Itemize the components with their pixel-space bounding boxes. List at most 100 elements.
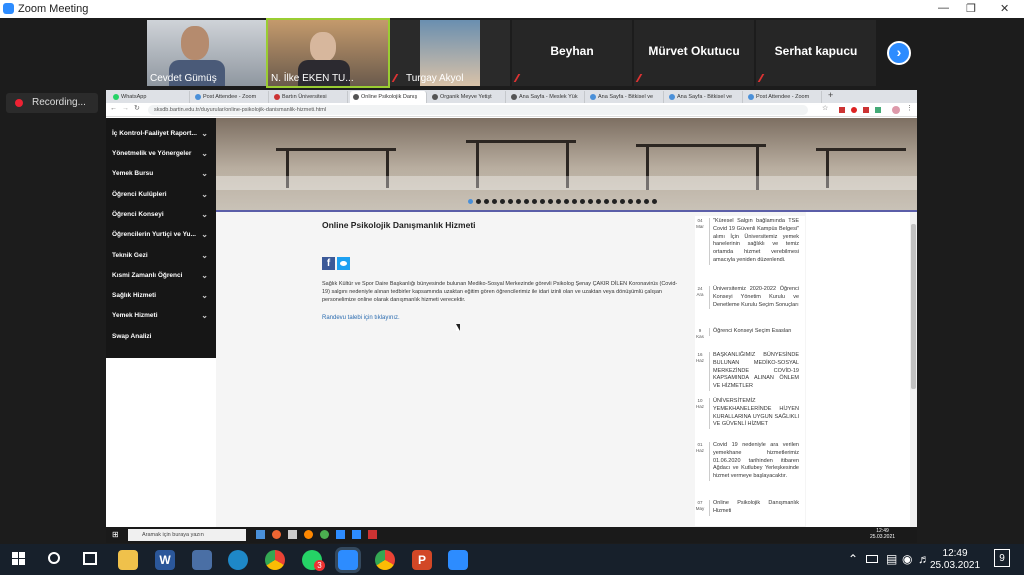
slider-dot[interactable]	[644, 199, 649, 204]
app-icon[interactable]	[256, 530, 265, 539]
zoom-icon[interactable]	[338, 550, 358, 570]
volume-icon[interactable]: ♬	[918, 552, 930, 566]
slider-dot[interactable]	[508, 199, 513, 204]
app-icon[interactable]	[320, 530, 329, 539]
browser-tab[interactable]: Ana Sayfa - Meslek Yük	[508, 91, 585, 103]
windows-start-icon[interactable]: ⊞	[112, 530, 119, 539]
slider-dot[interactable]	[564, 199, 569, 204]
slider-dot[interactable]	[652, 199, 657, 204]
battery-icon[interactable]	[866, 555, 878, 563]
slider-dot[interactable]	[636, 199, 641, 204]
extension-icon[interactable]	[851, 107, 857, 113]
next-page-arrow-icon[interactable]: ›	[887, 41, 911, 65]
slider-dot[interactable]	[484, 199, 489, 204]
slider-dot[interactable]	[620, 199, 625, 204]
sidebar-item[interactable]: Swap Analizi	[112, 333, 212, 353]
word-icon[interactable]: W	[155, 550, 175, 570]
maximize-icon[interactable]: ❐	[966, 2, 976, 15]
sidebar-item[interactable]: Öğrencilerin Yurtiçi ve Yu... ⌄	[112, 230, 212, 251]
edge-icon[interactable]	[228, 550, 248, 570]
app-icon[interactable]	[304, 530, 313, 539]
facebook-share-icon[interactable]: f	[322, 257, 335, 270]
whatsapp-icon[interactable]: 3	[302, 550, 325, 571]
windows-start-icon[interactable]	[12, 552, 26, 566]
participant-tile[interactable]: Cevdet Gümüş	[147, 20, 266, 86]
app-icon[interactable]	[352, 530, 361, 539]
calculator-icon[interactable]	[192, 550, 212, 570]
sidebar-item[interactable]: Öğrenci Konseyi ⌄	[112, 210, 212, 231]
slider-dot[interactable]	[580, 199, 585, 204]
back-icon[interactable]: ←	[110, 105, 117, 112]
zoom-icon[interactable]	[448, 550, 468, 570]
profile-avatar[interactable]	[892, 106, 900, 114]
slider-dot[interactable]	[532, 199, 537, 204]
sidebar-item[interactable]: Yemek Bursu ⌄	[112, 169, 212, 190]
twitter-share-icon[interactable]	[337, 257, 350, 270]
extension-icon[interactable]	[863, 107, 869, 113]
slider-dot[interactable]	[628, 199, 633, 204]
slider-dot[interactable]	[572, 199, 577, 204]
chrome-icon[interactable]	[265, 550, 285, 570]
sidebar-item[interactable]: İç Kontrol-Faaliyet Raport... ⌄	[112, 129, 212, 150]
notification-center-icon[interactable]: 9	[994, 549, 1010, 567]
task-view-icon[interactable]	[83, 552, 97, 565]
reload-icon[interactable]: ↻	[134, 104, 140, 112]
browser-tab[interactable]: Post Attendee - Zoom	[192, 91, 269, 103]
url-input[interactable]: sksdb.bartin.edu.tr/duyurular/online-psi…	[148, 105, 808, 115]
slider-dot[interactable]	[468, 199, 473, 204]
app-icon[interactable]	[272, 530, 281, 539]
slider-dot[interactable]	[540, 199, 545, 204]
participant-tile[interactable]: Turgay Akyol	[390, 20, 510, 86]
sidebar-item[interactable]: Yönetmelik ve Yönergeler ⌄	[112, 149, 212, 170]
network-icon[interactable]: ▤	[886, 552, 897, 566]
forward-icon[interactable]: →	[122, 105, 129, 112]
participant-tile[interactable]: Mürvet Okutucu	[634, 20, 754, 86]
sidebar-item[interactable]: Sağlık Hizmeti ⌄	[112, 291, 212, 312]
search-input[interactable]: Aramak için buraya yazın	[128, 529, 246, 541]
browser-tab[interactable]: Bartın Üniversitesi	[271, 91, 348, 103]
browser-tab[interactable]: Post Attendee - Zoom	[745, 91, 822, 103]
extension-icon[interactable]	[875, 107, 881, 113]
system-clock[interactable]: 12:49 25.03.2021	[930, 548, 980, 572]
slider-dot[interactable]	[612, 199, 617, 204]
minimize-icon[interactable]: —	[938, 2, 949, 14]
scrollbar[interactable]	[910, 212, 917, 527]
sidebar-item[interactable]: Öğrenci Kulüpleri ⌄	[112, 190, 212, 211]
app-icon[interactable]	[368, 530, 377, 539]
slider-dot[interactable]	[492, 199, 497, 204]
extension-icon[interactable]	[839, 107, 845, 113]
new-tab-icon[interactable]: +	[828, 90, 833, 100]
app-icon[interactable]	[336, 530, 345, 539]
participant-tile-active[interactable]: N. İlke EKEN TU...	[266, 18, 390, 88]
appointment-link[interactable]: Randevu talebi için tıklayınız.	[322, 315, 400, 321]
browser-tab-active[interactable]: Online Psikolojik Danış	[350, 91, 427, 103]
slider-dot[interactable]	[548, 199, 553, 204]
search-icon[interactable]	[48, 552, 60, 564]
slider-dot[interactable]	[588, 199, 593, 204]
sidebar-item[interactable]: Teknik Gezi ⌄	[112, 251, 212, 272]
slider-dot[interactable]	[556, 199, 561, 204]
browser-tab[interactable]: Ana Sayfa - Bitkisel ve	[666, 91, 743, 103]
close-icon[interactable]: ✕	[1000, 2, 1009, 15]
participant-tile[interactable]: Beyhan	[512, 20, 632, 86]
powerpoint-icon[interactable]: P	[412, 550, 432, 570]
slider-dot[interactable]	[596, 199, 601, 204]
sidebar-item[interactable]: Kısmi Zamanlı Öğrenci ⌄	[112, 271, 212, 292]
slider-dot[interactable]	[516, 199, 521, 204]
star-icon[interactable]: ☆	[822, 104, 828, 112]
slider-dot[interactable]	[524, 199, 529, 204]
language-icon[interactable]: ◉	[902, 552, 912, 566]
app-icon[interactable]	[288, 530, 297, 539]
slider-dot[interactable]	[476, 199, 481, 204]
chrome-icon[interactable]	[375, 550, 395, 570]
recording-indicator[interactable]: Recording...	[6, 93, 98, 113]
browser-tab[interactable]: Ana Sayfa - Bitkisel ve	[587, 91, 664, 103]
scrollbar-thumb[interactable]	[911, 224, 916, 389]
slider-dot[interactable]	[500, 199, 505, 204]
chevron-up-icon[interactable]: ⌃	[848, 552, 858, 566]
browser-tab[interactable]: Organik Meyve Yetişt	[429, 91, 506, 103]
menu-icon[interactable]: ⋮	[906, 104, 913, 112]
browser-tab[interactable]: WhatsApp	[110, 91, 190, 103]
slider-dot[interactable]	[604, 199, 609, 204]
file-explorer-icon[interactable]	[118, 550, 138, 570]
